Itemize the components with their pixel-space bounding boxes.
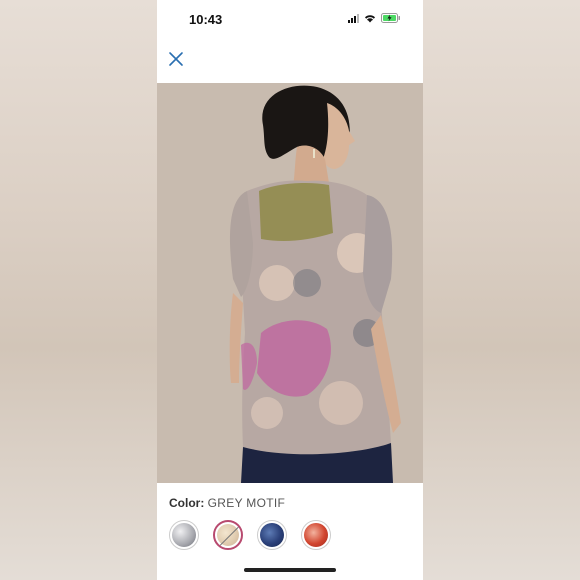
- swatch-navy-motif[interactable]: [257, 520, 287, 550]
- background-left: [0, 0, 157, 580]
- close-icon: [169, 52, 183, 66]
- swatch-neutral-motif[interactable]: [213, 520, 243, 550]
- color-swatches: [169, 520, 331, 550]
- status-time: 10:43: [189, 12, 223, 27]
- swatch-grey-motif[interactable]: [169, 520, 199, 550]
- product-image: [157, 83, 423, 483]
- status-bar: 10:43: [157, 0, 423, 40]
- wifi-icon: [364, 14, 376, 23]
- color-row: Color: GREY MOTIF: [169, 496, 285, 510]
- color-value: GREY MOTIF: [207, 496, 286, 510]
- home-indicator[interactable]: [244, 568, 336, 572]
- signal-icon: [348, 13, 359, 23]
- background-right: [423, 0, 580, 580]
- swatch-fill: [304, 523, 328, 547]
- status-icons: [348, 13, 401, 23]
- battery-icon: [381, 13, 401, 23]
- swatch-fill: [172, 523, 196, 547]
- close-button[interactable]: [167, 50, 185, 68]
- swatch-fill: [260, 523, 284, 547]
- phone-screen: 10:43 Color: GREY MOTIF: [157, 0, 423, 580]
- swatch-red-motif[interactable]: [301, 520, 331, 550]
- color-label: Color:: [169, 496, 208, 510]
